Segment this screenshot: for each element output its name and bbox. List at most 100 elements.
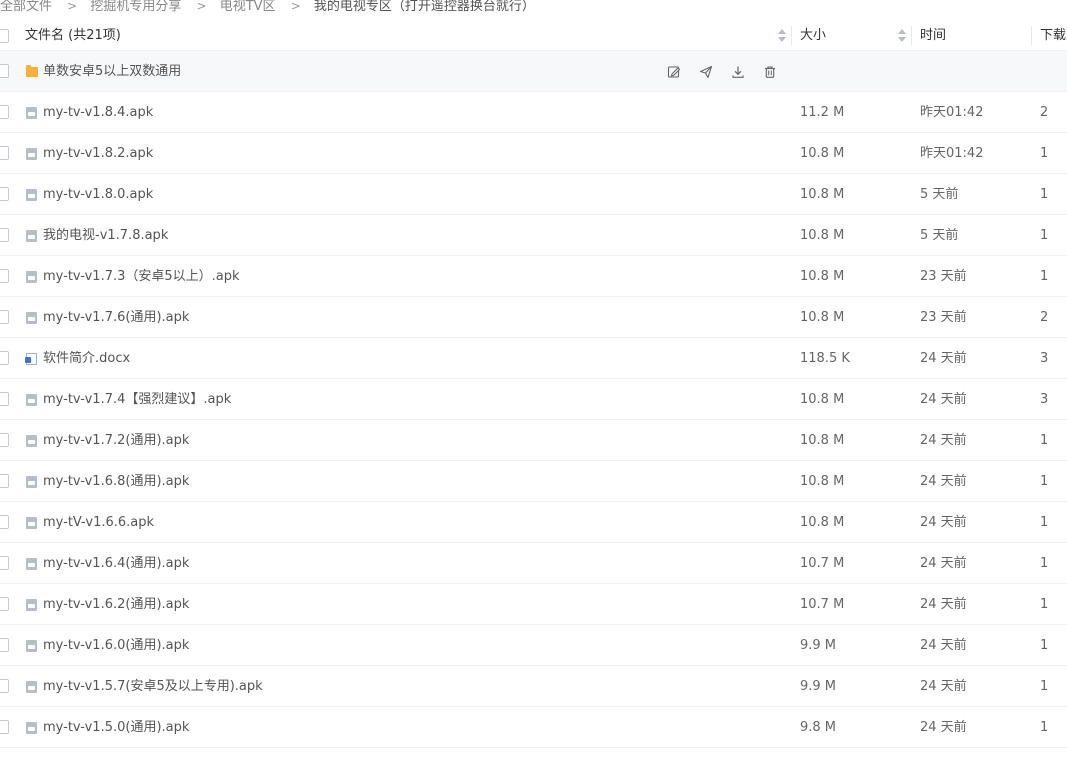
apk-icon [26, 230, 37, 242]
row-checkbox[interactable] [0, 187, 9, 201]
chevron-right-icon: > [196, 0, 207, 13]
file-name[interactable]: my-tv-v1.7.3（安卓5以上）.apk [43, 256, 240, 297]
download-count: 1 [1040, 638, 1049, 653]
table-row[interactable]: my-tv-v1.6.8(通用).apk 10.8 M 24 天前 1 [0, 461, 1067, 502]
file-name[interactable]: my-tv-v1.7.2(通用).apk [43, 420, 189, 461]
apk-icon [26, 640, 37, 652]
row-checkbox[interactable] [0, 146, 9, 160]
breadcrumb-item-excavator-share[interactable]: 挖掘机专用分享 [90, 0, 181, 15]
table-row[interactable]: my-tv-v1.6.0(通用).apk 9.9 M 24 天前 1 [0, 625, 1067, 666]
row-checkbox[interactable] [0, 64, 9, 78]
file-name[interactable]: my-tv-v1.6.0(通用).apk [43, 625, 189, 666]
row-checkbox[interactable] [0, 269, 9, 283]
sort-icon[interactable] [898, 29, 906, 42]
file-name[interactable]: my-tv-v1.8.4.apk [43, 92, 153, 133]
file-size: 118.5 K [800, 351, 850, 366]
file-size: 10.8 M [800, 269, 845, 284]
breadcrumb-item-all-files[interactable]: 全部文件 [0, 0, 52, 15]
delete-icon[interactable] [762, 64, 778, 80]
edit-icon[interactable] [666, 64, 682, 80]
file-time: 24 天前 [920, 515, 967, 530]
apk-icon [26, 558, 37, 570]
table-row[interactable]: my-tv-v1.7.2(通用).apk 10.8 M 24 天前 1 [0, 420, 1067, 461]
download-count: 3 [1040, 392, 1049, 407]
row-checkbox[interactable] [0, 228, 9, 242]
file-name[interactable]: my-tv-v1.7.6(通用).apk [43, 297, 189, 338]
column-divider[interactable] [1031, 26, 1032, 45]
file-name[interactable]: my-tv-v1.5.0(通用).apk [43, 707, 189, 748]
table-row[interactable]: my-tv-v1.8.2.apk 10.8 M 昨天01:42 1 [0, 133, 1067, 174]
table-row[interactable]: my-tv-v1.5.7(安卓5及以上专用).apk 9.9 M 24 天前 1 [0, 666, 1067, 707]
column-header-downloads[interactable]: 下载 [1040, 20, 1066, 51]
apk-icon [26, 312, 37, 324]
column-divider[interactable] [911, 26, 912, 45]
file-name[interactable]: 软件简介.docx [43, 338, 130, 379]
file-name[interactable]: my-tv-v1.6.8(通用).apk [43, 461, 189, 502]
table-row[interactable]: my-tv-v1.8.0.apk 10.8 M 5 天前 1 [0, 174, 1067, 215]
file-size: 10.8 M [800, 474, 845, 489]
row-checkbox[interactable] [0, 433, 9, 447]
row-checkbox[interactable] [0, 679, 9, 693]
row-checkbox[interactable] [0, 474, 9, 488]
file-name[interactable]: my-tV-v1.6.6.apk [43, 502, 154, 543]
table-row[interactable]: my-tv-v1.6.2(通用).apk 10.7 M 24 天前 1 [0, 584, 1067, 625]
file-name[interactable]: my-tv-v1.7.4【强烈建议】.apk [43, 379, 231, 420]
table-row[interactable]: my-tv-v1.6.4(通用).apk 10.7 M 24 天前 1 [0, 543, 1067, 584]
download-count: 1 [1040, 515, 1049, 530]
row-checkbox[interactable] [0, 392, 9, 406]
folder-name[interactable]: 单数安卓5以上双数通用 [43, 51, 181, 92]
row-checkbox[interactable] [0, 556, 9, 570]
row-checkbox[interactable] [0, 720, 9, 734]
table-row[interactable]: my-tv-v1.7.4【强烈建议】.apk 10.8 M 24 天前 3 [0, 379, 1067, 420]
file-name[interactable]: my-tv-v1.8.0.apk [43, 174, 153, 215]
file-time: 24 天前 [920, 351, 967, 366]
file-name[interactable]: my-tv-v1.8.2.apk [43, 133, 153, 174]
file-time: 24 天前 [920, 556, 967, 571]
breadcrumb-item-tv-zone[interactable]: 电视TV区 [220, 0, 276, 15]
apk-icon [26, 681, 37, 693]
row-checkbox[interactable] [0, 351, 9, 365]
table-row[interactable]: my-tv-v1.5.0(通用).apk 9.8 M 24 天前 1 [0, 707, 1067, 748]
table-row[interactable]: my-tv-v1.7.6(通用).apk 10.8 M 23 天前 2 [0, 297, 1067, 338]
table-row[interactable]: 我的电视-v1.7.8.apk 10.8 M 5 天前 1 [0, 215, 1067, 256]
file-time: 5 天前 [920, 228, 959, 243]
column-divider[interactable] [791, 26, 792, 45]
download-icon[interactable] [730, 64, 746, 80]
file-size: 10.8 M [800, 146, 845, 161]
apk-icon [26, 271, 37, 283]
download-count: 2 [1040, 310, 1049, 325]
table-row[interactable]: 软件简介.docx 118.5 K 24 天前 3 [0, 338, 1067, 379]
apk-icon [26, 476, 37, 488]
table-row[interactable]: my-tV-v1.6.6.apk 10.8 M 24 天前 1 [0, 502, 1067, 543]
select-all-checkbox[interactable] [0, 29, 9, 43]
apk-icon [26, 189, 37, 201]
sort-icon[interactable] [778, 29, 786, 42]
row-checkbox[interactable] [0, 310, 9, 324]
folder-row[interactable]: 单数安卓5以上双数通用 [0, 51, 1067, 92]
file-name[interactable]: my-tv-v1.6.4(通用).apk [43, 543, 189, 584]
table-row[interactable]: my-tv-v1.7.3（安卓5以上）.apk 10.8 M 23 天前 1 [0, 256, 1067, 297]
file-size: 10.8 M [800, 515, 845, 530]
column-header-time[interactable]: 时间 [920, 20, 946, 51]
file-size: 10.8 M [800, 392, 845, 407]
doc-icon [25, 353, 37, 365]
file-name[interactable]: my-tv-v1.6.2(通用).apk [43, 584, 189, 625]
column-header-name[interactable]: 文件名 (共21项) [25, 20, 121, 51]
file-size: 10.8 M [800, 187, 845, 202]
download-count: 3 [1040, 351, 1049, 366]
share-icon[interactable] [698, 64, 714, 80]
file-time: 昨天01:42 [920, 105, 984, 120]
row-checkbox[interactable] [0, 597, 9, 611]
row-checkbox[interactable] [0, 515, 9, 529]
row-checkbox[interactable] [0, 638, 9, 652]
file-name[interactable]: my-tv-v1.5.7(安卓5及以上专用).apk [43, 666, 263, 707]
download-count: 1 [1040, 556, 1049, 571]
row-checkbox[interactable] [0, 105, 9, 119]
column-header-size[interactable]: 大小 [800, 20, 826, 51]
chevron-right-icon: > [67, 0, 78, 13]
breadcrumb-item-current: 我的电视专区（打开遥控器换台就行） [313, 0, 535, 14]
table-row[interactable]: my-tv-v1.8.4.apk 11.2 M 昨天01:42 2 [0, 92, 1067, 133]
file-name[interactable]: 我的电视-v1.7.8.apk [43, 215, 168, 256]
folder-icon [26, 65, 38, 77]
file-size: 9.9 M [800, 679, 837, 694]
